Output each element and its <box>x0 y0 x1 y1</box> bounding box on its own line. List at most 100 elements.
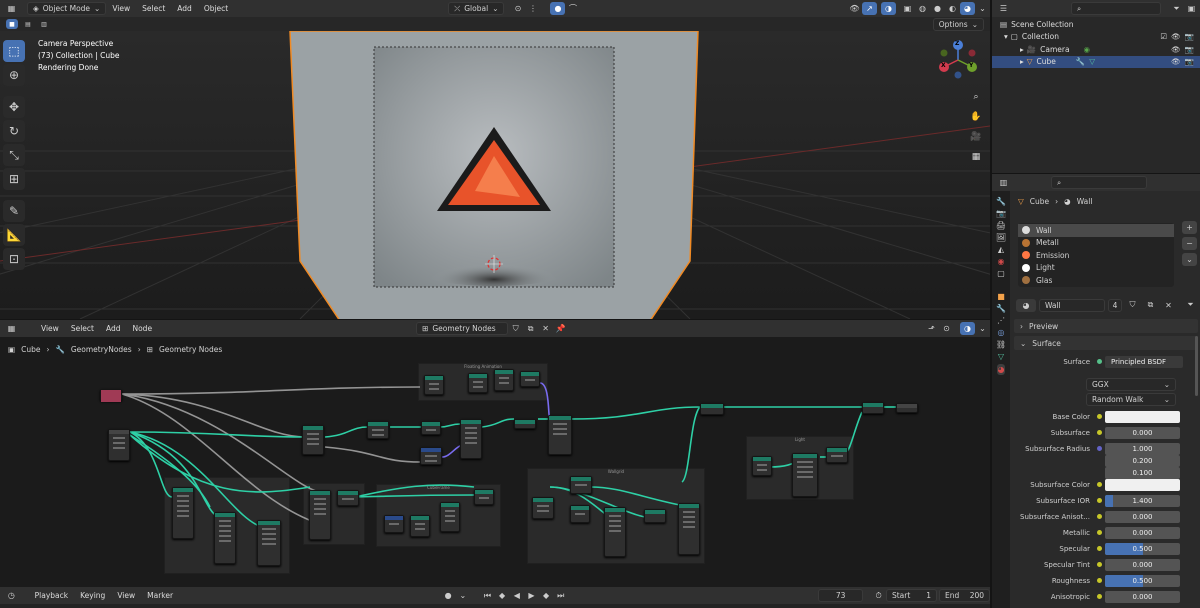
node-cube-a[interactable] <box>384 515 404 533</box>
node-menu-view[interactable]: View <box>35 320 65 337</box>
xray-icon[interactable]: ▣ <box>900 2 915 15</box>
value-field[interactable]: 0.000 <box>1105 558 1180 571</box>
node-grid-b[interactable] <box>214 512 236 564</box>
shading-wireframe-icon[interactable]: ◍ <box>915 2 930 15</box>
menu-object[interactable]: Object <box>198 0 234 17</box>
timeline-menu-marker[interactable]: Marker <box>141 587 179 604</box>
node-join-final[interactable] <box>700 403 724 415</box>
viewport-3d[interactable]: Camera Perspective (73) Collection | Cub… <box>0 31 990 319</box>
eye-icon[interactable]: 👁 <box>1171 57 1181 66</box>
select-subtract-icon[interactable]: ▥ <box>38 19 50 29</box>
node-light-a[interactable] <box>752 456 772 476</box>
select-extend-icon[interactable]: ▤ <box>22 19 34 29</box>
color-swatch[interactable] <box>1105 410 1180 423</box>
menu-add[interactable]: Add <box>171 0 198 17</box>
node-realize[interactable] <box>548 415 572 455</box>
particles-tab-icon[interactable]: ⋰ <box>997 316 1005 325</box>
node-light-b[interactable] <box>792 453 818 497</box>
pin-icon[interactable]: 📌 <box>553 322 568 335</box>
modifier-tab-icon[interactable]: 🔧 <box>996 304 1006 313</box>
surface-shader-field[interactable]: Principled BSDF <box>1105 355 1183 368</box>
select-box-tool-icon[interactable]: ⬚ <box>3 40 25 62</box>
material-tab-icon[interactable]: ◕ <box>996 364 1006 375</box>
grid-view-icon[interactable]: ▦ <box>968 149 984 165</box>
world-tab-icon[interactable]: ◉ <box>998 257 1005 266</box>
camera-view-icon[interactable]: 🎥 <box>968 129 984 145</box>
section-preview[interactable]: › Preview <box>1014 319 1198 333</box>
timeline-editor-icon[interactable]: ◷ <box>4 589 19 602</box>
unlink-x-icon[interactable]: ✕ <box>1161 299 1176 312</box>
camera-render-icon[interactable]: 📷 <box>1185 57 1194 66</box>
snap-icon[interactable]: ⊙ <box>510 2 525 15</box>
camera-render-icon[interactable]: 📷 <box>1185 32 1194 41</box>
eye-icon[interactable]: 👁 <box>1171 32 1181 41</box>
node-floating-d[interactable] <box>520 371 540 387</box>
node-wall-a[interactable] <box>532 497 554 519</box>
keying-set-icon[interactable]: ⌄ <box>455 589 470 602</box>
timeline-scrub[interactable] <box>0 604 990 608</box>
unlink-x-icon[interactable]: ✕ <box>538 322 553 335</box>
tool-tab-icon[interactable]: 🔧 <box>996 197 1006 206</box>
color-swatch[interactable] <box>1105 478 1180 491</box>
node-cube-d[interactable] <box>474 489 494 505</box>
output-tab-icon[interactable]: 🖨 <box>996 221 1006 230</box>
slot-specials-icon[interactable]: ⌄ <box>1182 253 1197 266</box>
node-group-output[interactable] <box>896 403 918 413</box>
select-mode-icon[interactable]: ■ <box>6 19 18 29</box>
node-wall-b[interactable] <box>570 476 592 494</box>
node-cube-c[interactable] <box>440 502 460 532</box>
eye-icon[interactable]: 👁 <box>1171 45 1181 54</box>
view-layer-tab-icon[interactable]: 🖼 <box>996 233 1006 242</box>
proportional-edit-icon[interactable]: ● <box>550 2 566 15</box>
material-filter-icon[interactable]: ⏷ <box>1183 299 1198 312</box>
node-transform-a[interactable] <box>302 425 324 455</box>
annotate-tool-icon[interactable]: ✎ <box>3 200 25 222</box>
outliner-search[interactable]: ⌕ <box>1071 2 1161 15</box>
node-grid-a[interactable] <box>172 487 194 539</box>
node-floating-b[interactable] <box>468 373 488 393</box>
gizmo-icon[interactable]: ↗ <box>862 2 877 15</box>
filter-icon[interactable]: ⏷ <box>1169 2 1184 15</box>
node-group-input[interactable] <box>108 429 130 461</box>
node-mid-a[interactable] <box>309 490 331 540</box>
user-count[interactable]: 4 <box>1108 298 1122 312</box>
parent-node-icon[interactable]: ⬏ <box>924 322 939 335</box>
material-slot-item[interactable]: Glas <box>1018 274 1174 287</box>
next-key-icon[interactable]: ◆ <box>539 589 554 602</box>
material-name-field[interactable]: Wall <box>1039 298 1105 312</box>
add-slot-icon[interactable]: + <box>1182 221 1197 234</box>
node-cube-b[interactable] <box>410 515 430 537</box>
move-tool-icon[interactable]: ✥ <box>3 96 25 118</box>
add-cube-tool-icon[interactable]: ⊡ <box>3 248 25 270</box>
scene-tab-icon[interactable]: ◭ <box>998 245 1004 254</box>
measure-tool-icon[interactable]: 📐 <box>3 224 25 246</box>
value-field[interactable]: 0.000 <box>1105 426 1180 439</box>
current-frame-field[interactable]: 73 <box>818 589 864 602</box>
outliner-collection[interactable]: ▾ ▢ Collection ☑ 👁 📷 <box>992 31 1200 44</box>
node-wall-d[interactable] <box>604 507 626 557</box>
editor-type-icon[interactable]: ▦ <box>4 2 19 15</box>
camera-render-icon[interactable]: 📷 <box>1185 45 1194 54</box>
orientation-dropdown[interactable]: ⤫ Global ⌄ <box>448 2 505 15</box>
jump-start-icon[interactable]: ⏮ <box>480 589 495 602</box>
node-wall-f[interactable] <box>678 503 700 555</box>
node-mid-b[interactable] <box>337 490 359 506</box>
node-editor-canvas[interactable]: ▣ Cube › 🔧 GeometryNodes › ⊞ Geometry No… <box>0 337 990 587</box>
browse-material-icon[interactable]: ◕ <box>1016 298 1036 312</box>
end-frame-field[interactable]: End 200 <box>939 589 991 602</box>
outliner-scene-collection[interactable]: ▤ Scene Collection <box>992 18 1200 31</box>
menu-view[interactable]: View <box>106 0 136 17</box>
cursor-tool-icon[interactable]: ⊕ <box>3 64 25 86</box>
node-math[interactable] <box>421 421 441 435</box>
outliner-editor-icon[interactable]: ☰ <box>996 2 1011 15</box>
timeline-menu-playback[interactable]: Playback <box>29 587 74 604</box>
shading-rendered-icon[interactable]: ◕ <box>960 2 975 15</box>
material-slot-item[interactable]: Emission <box>1018 249 1174 262</box>
node-light-c[interactable] <box>826 447 848 463</box>
material-slot-list[interactable]: Wall Metall Emission Light Glas <box>1018 223 1174 287</box>
node-floating-a[interactable] <box>424 375 444 395</box>
material-slot-item[interactable]: Wall <box>1018 224 1174 237</box>
node-tree-selector[interactable]: ⊞ Geometry Nodes <box>416 322 509 335</box>
shading-options-icon[interactable]: ⌄ <box>975 2 990 15</box>
zoom-icon[interactable]: ⌕ <box>968 89 984 105</box>
